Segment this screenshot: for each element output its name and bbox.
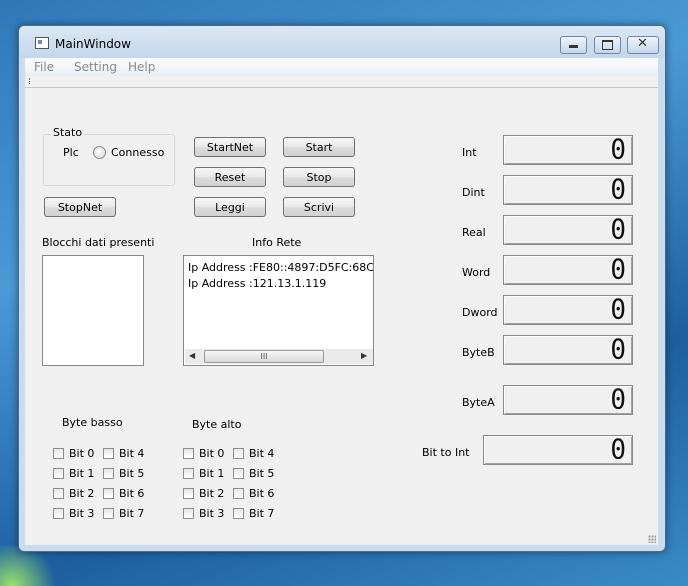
info-line: Ip Address :121.13.1.119 [188, 277, 327, 290]
stato-groupbox [43, 134, 175, 186]
scroll-left-icon[interactable]: ◀ [189, 351, 195, 360]
basso-bit3-label: Bit 3 [69, 507, 95, 520]
leggi-button[interactable]: Leggi [194, 197, 266, 217]
reset-button[interactable]: Reset [194, 167, 266, 187]
real-label: Real [462, 226, 486, 239]
scrollbar-thumb[interactable]: III [204, 350, 324, 363]
int-lcd-display: 0 [503, 135, 633, 165]
real-value: 0 [610, 214, 626, 246]
main-window: MainWindow ✕ File Setting Help Stato Plc… [18, 25, 666, 552]
basso-bit4-checkbox[interactable] [103, 448, 114, 459]
toolbar-strip [25, 77, 658, 88]
scroll-right-icon[interactable]: ▶ [361, 351, 367, 360]
maximize-button[interactable] [594, 36, 621, 54]
byte-basso-label: Byte basso [62, 416, 123, 429]
bytea-lcd-display: 0 [503, 385, 633, 415]
dword-label: Dword [462, 306, 498, 319]
toolbar-grip-icon[interactable] [29, 78, 32, 84]
menu-setting[interactable]: Setting [74, 60, 117, 74]
alto-bit1-label: Bit 1 [199, 467, 225, 480]
word-lcd-display: 0 [503, 255, 633, 285]
real-lcd-display: 0 [503, 215, 633, 245]
close-icon: ✕ [637, 36, 648, 51]
alto-bit4-label: Bit 4 [249, 447, 275, 460]
alto-bit6-label: Bit 6 [249, 487, 275, 500]
alto-bit0-label: Bit 0 [199, 447, 225, 460]
info-rete-label: Info Rete [252, 236, 302, 249]
menu-file[interactable]: File [34, 60, 54, 74]
basso-bit6-label: Bit 6 [119, 487, 145, 500]
alto-bit1-checkbox[interactable] [183, 468, 194, 479]
bit-to-int-label: Bit to Int [422, 446, 470, 459]
alto-bit3-checkbox[interactable] [183, 508, 194, 519]
basso-bit7-label: Bit 7 [119, 507, 145, 520]
start-button[interactable]: Start [283, 137, 355, 157]
alto-bit4-checkbox[interactable] [233, 448, 244, 459]
int-value: 0 [610, 134, 626, 166]
dint-label: Dint [462, 186, 485, 199]
alto-bit2-checkbox[interactable] [183, 488, 194, 499]
app-icon [35, 37, 49, 49]
bytea-label: ByteA [462, 396, 495, 409]
alto-bit7-label: Bit 7 [249, 507, 275, 520]
stopnet-button[interactable]: StopNet [44, 197, 116, 217]
stato-group-title: Stato [51, 126, 85, 139]
basso-bit1-checkbox[interactable] [53, 468, 64, 479]
connesso-radio[interactable] [93, 146, 106, 159]
plc-label: Plc [63, 146, 79, 159]
minimize-button[interactable] [560, 36, 587, 54]
stop-button[interactable]: Stop [283, 167, 355, 187]
title-bar[interactable]: MainWindow ✕ [19, 26, 665, 58]
scrivi-button[interactable]: Scrivi [283, 197, 355, 217]
basso-bit1-label: Bit 1 [69, 467, 95, 480]
byteb-value: 0 [610, 334, 626, 366]
dint-value: 0 [610, 174, 626, 206]
close-button[interactable]: ✕ [627, 36, 659, 54]
basso-bit0-label: Bit 0 [69, 447, 95, 460]
byte-alto-label: Byte alto [192, 418, 242, 431]
bytea-value: 0 [610, 384, 626, 416]
alto-bit6-checkbox[interactable] [233, 488, 244, 499]
minimize-icon [569, 45, 578, 48]
bit-to-int-value: 0 [610, 434, 626, 466]
connesso-label: Connesso [111, 146, 165, 159]
byteb-lcd-display: 0 [503, 335, 633, 365]
window-title: MainWindow [55, 37, 131, 51]
desktop-background [0, 546, 60, 586]
basso-bit4-label: Bit 4 [119, 447, 145, 460]
basso-bit5-label: Bit 5 [119, 467, 145, 480]
dword-lcd-display: 0 [503, 295, 633, 325]
maximize-icon [602, 40, 613, 50]
alto-bit7-checkbox[interactable] [233, 508, 244, 519]
word-label: Word [462, 266, 491, 279]
basso-bit5-checkbox[interactable] [103, 468, 114, 479]
alto-bit5-label: Bit 5 [249, 467, 275, 480]
basso-bit6-checkbox[interactable] [103, 488, 114, 499]
startnet-button[interactable]: StartNet [194, 137, 266, 157]
info-line: Ip Address :FE80::4897:D5FC:68C9:2 [188, 261, 374, 274]
menu-help[interactable]: Help [128, 60, 155, 74]
horizontal-scrollbar[interactable]: ◀ III ▶ [185, 349, 373, 364]
bit-to-int-lcd-display: 0 [483, 435, 633, 465]
blocchi-list[interactable] [42, 255, 144, 366]
info-rete-list[interactable]: Ip Address :FE80::4897:D5FC:68C9:2 Ip Ad… [183, 255, 374, 366]
alto-bit0-checkbox[interactable] [183, 448, 194, 459]
basso-bit7-checkbox[interactable] [103, 508, 114, 519]
alto-bit3-label: Bit 3 [199, 507, 225, 520]
resize-grip-icon[interactable] [648, 535, 656, 543]
blocchi-label: Blocchi dati presenti [42, 236, 155, 249]
client-area: File Setting Help Stato Plc Connesso Sta… [25, 58, 658, 545]
basso-bit0-checkbox[interactable] [53, 448, 64, 459]
word-value: 0 [610, 254, 626, 286]
int-label: Int [462, 146, 477, 159]
basso-bit3-checkbox[interactable] [53, 508, 64, 519]
basso-bit2-checkbox[interactable] [53, 488, 64, 499]
basso-bit2-label: Bit 2 [69, 487, 95, 500]
byteb-label: ByteB [462, 346, 495, 359]
dword-value: 0 [610, 294, 626, 326]
menu-bar: File Setting Help [25, 58, 658, 76]
dint-lcd-display: 0 [503, 175, 633, 205]
alto-bit2-label: Bit 2 [199, 487, 225, 500]
alto-bit5-checkbox[interactable] [233, 468, 244, 479]
